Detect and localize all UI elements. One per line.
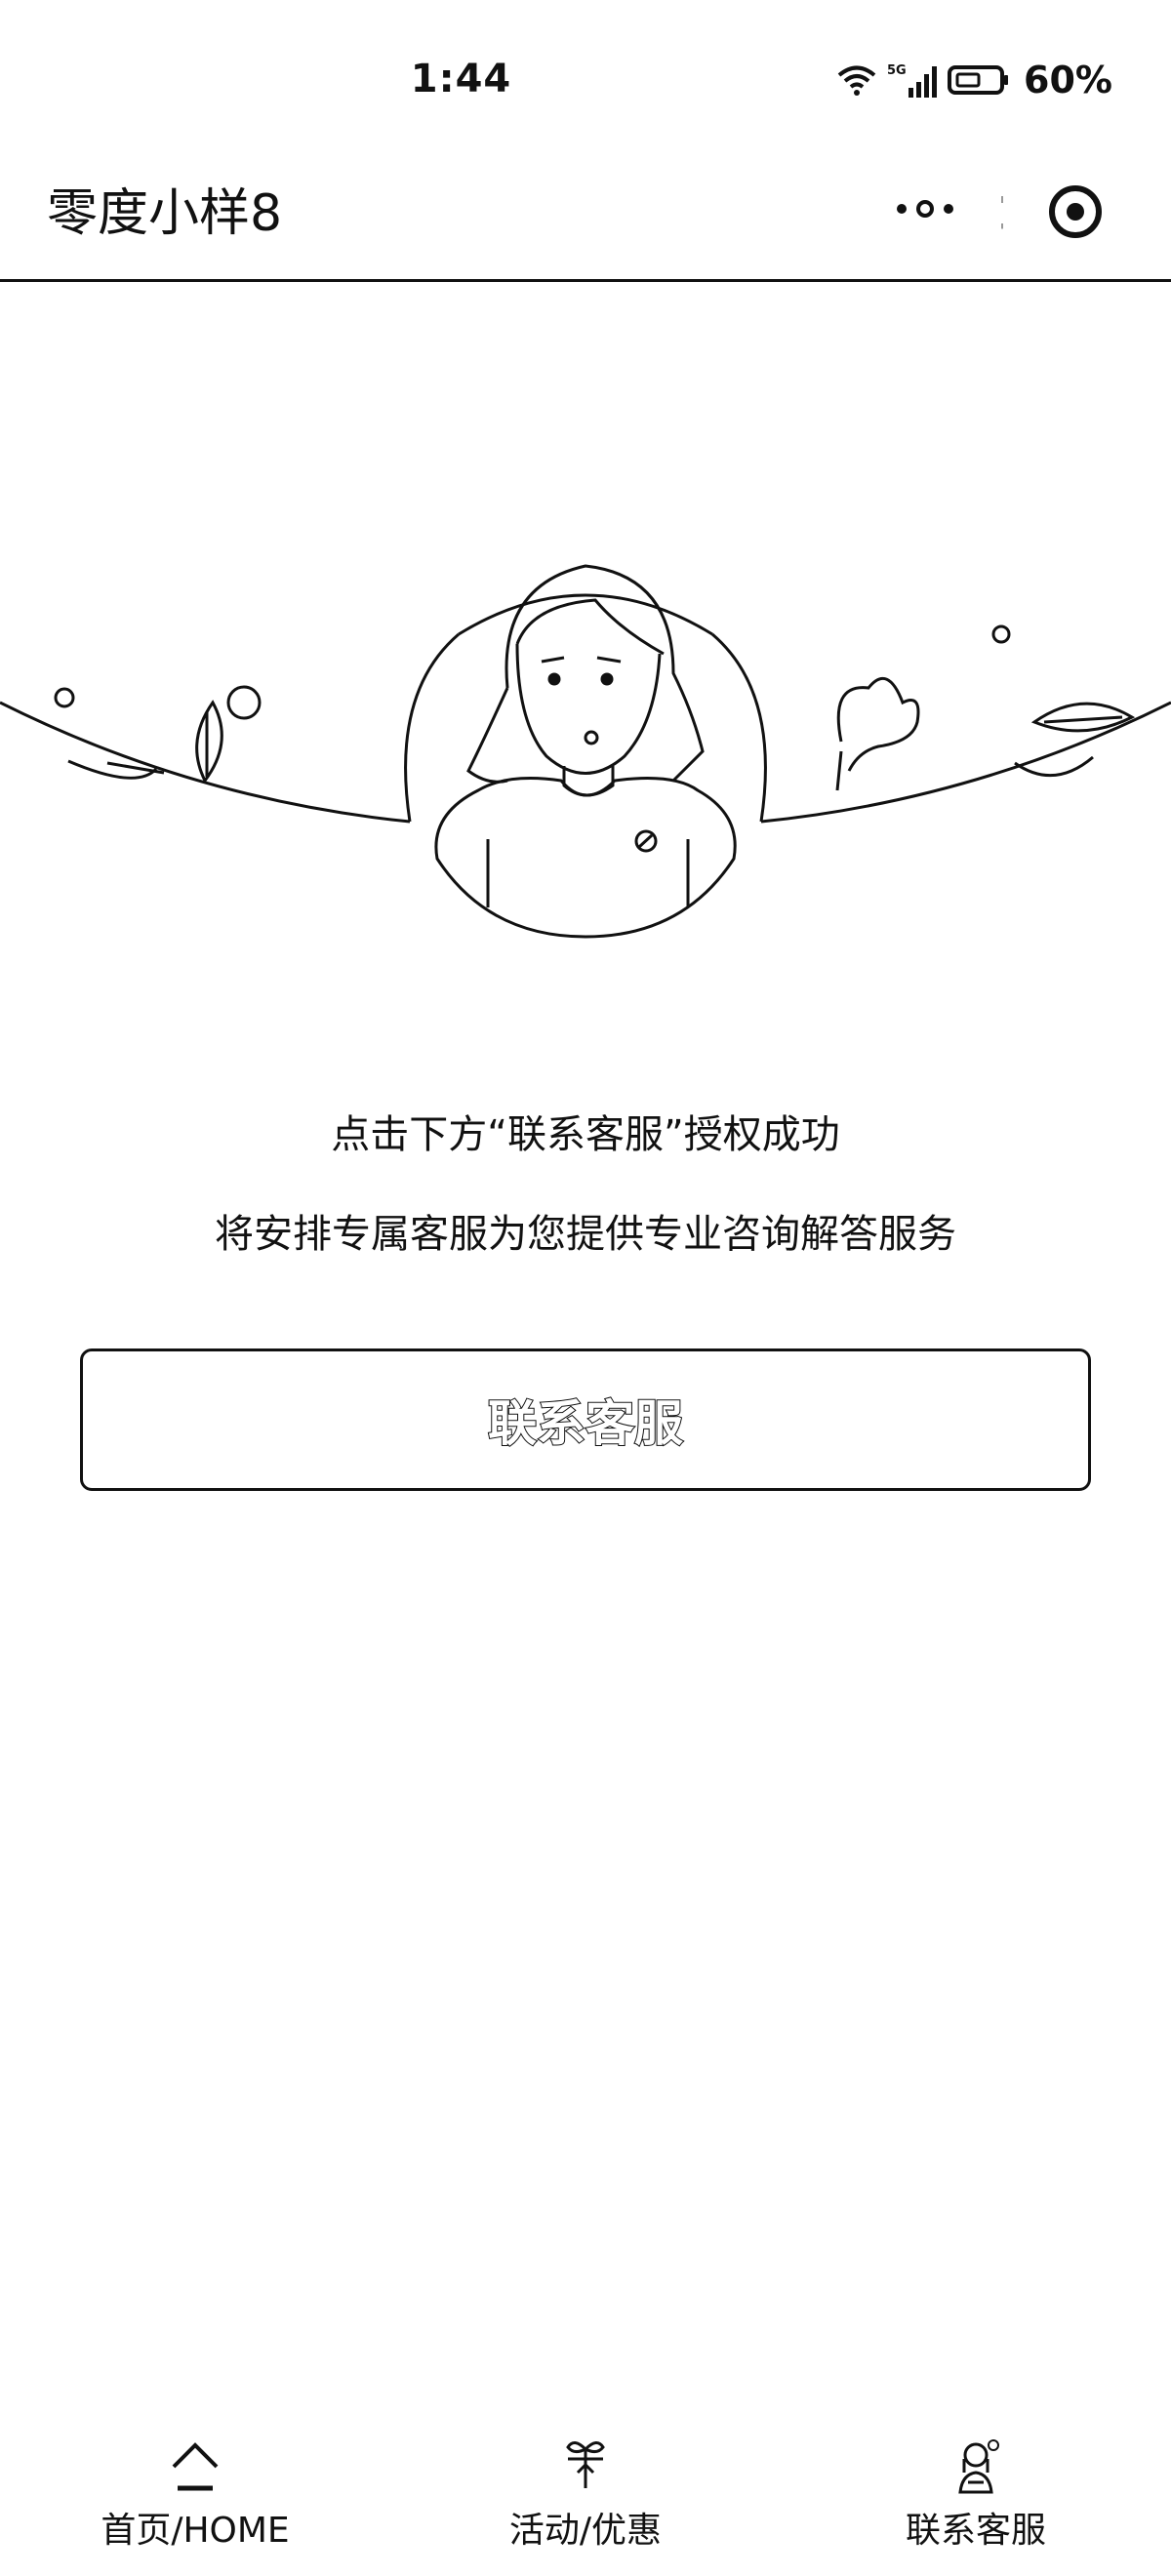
- tab-home[interactable]: 首页/HOME: [39, 2420, 351, 2566]
- more-button[interactable]: [894, 191, 956, 230]
- contact-service-button[interactable]: 联系客服: [80, 1348, 1091, 1491]
- service-message: 将安排专属客服为您提供专业咨询解答服务: [215, 1212, 956, 1257]
- tab-home-label: 首页/HOME: [101, 2511, 290, 2551]
- customer-service-icon: [937, 2430, 1015, 2498]
- tab-customer-service-label: 联系客服: [905, 2511, 1046, 2551]
- close-target-icon: [1044, 185, 1107, 247]
- left-arc: [0, 701, 411, 824]
- battery-icon: [948, 63, 1010, 97]
- contact-service-label: 联系客服: [487, 1394, 684, 1453]
- close-button[interactable]: [1044, 181, 1107, 243]
- wifi-icon: [836, 63, 877, 97]
- tab-customer-service[interactable]: 联系客服: [820, 2420, 1132, 2566]
- capsule-divider: [1001, 176, 1003, 244]
- more-icon: [894, 199, 956, 222]
- tab-bar: 首页/HOME 活动/优惠 联系客服: [0, 2420, 1171, 2576]
- home-icon: [156, 2430, 234, 2498]
- title-bar: 零度小样8: [0, 137, 1171, 282]
- gift-icon: [546, 2430, 625, 2498]
- tab-activity[interactable]: 活动/优惠: [429, 2420, 742, 2566]
- signal-icon: 5G: [887, 60, 938, 100]
- right-arc: [760, 701, 1171, 824]
- tab-activity-label: 活动/优惠: [508, 2511, 663, 2551]
- network-label: 5G: [887, 63, 907, 78]
- auth-message: 点击下方“联系客服”授权成功: [331, 1112, 840, 1157]
- page-title: 零度小样8: [47, 184, 283, 243]
- battery-percent: 60%: [1024, 59, 1112, 101]
- status-icons: 5G 60%: [836, 59, 1112, 101]
- customer-service-illustration: [0, 546, 1171, 956]
- status-time: 1:44: [410, 57, 512, 101]
